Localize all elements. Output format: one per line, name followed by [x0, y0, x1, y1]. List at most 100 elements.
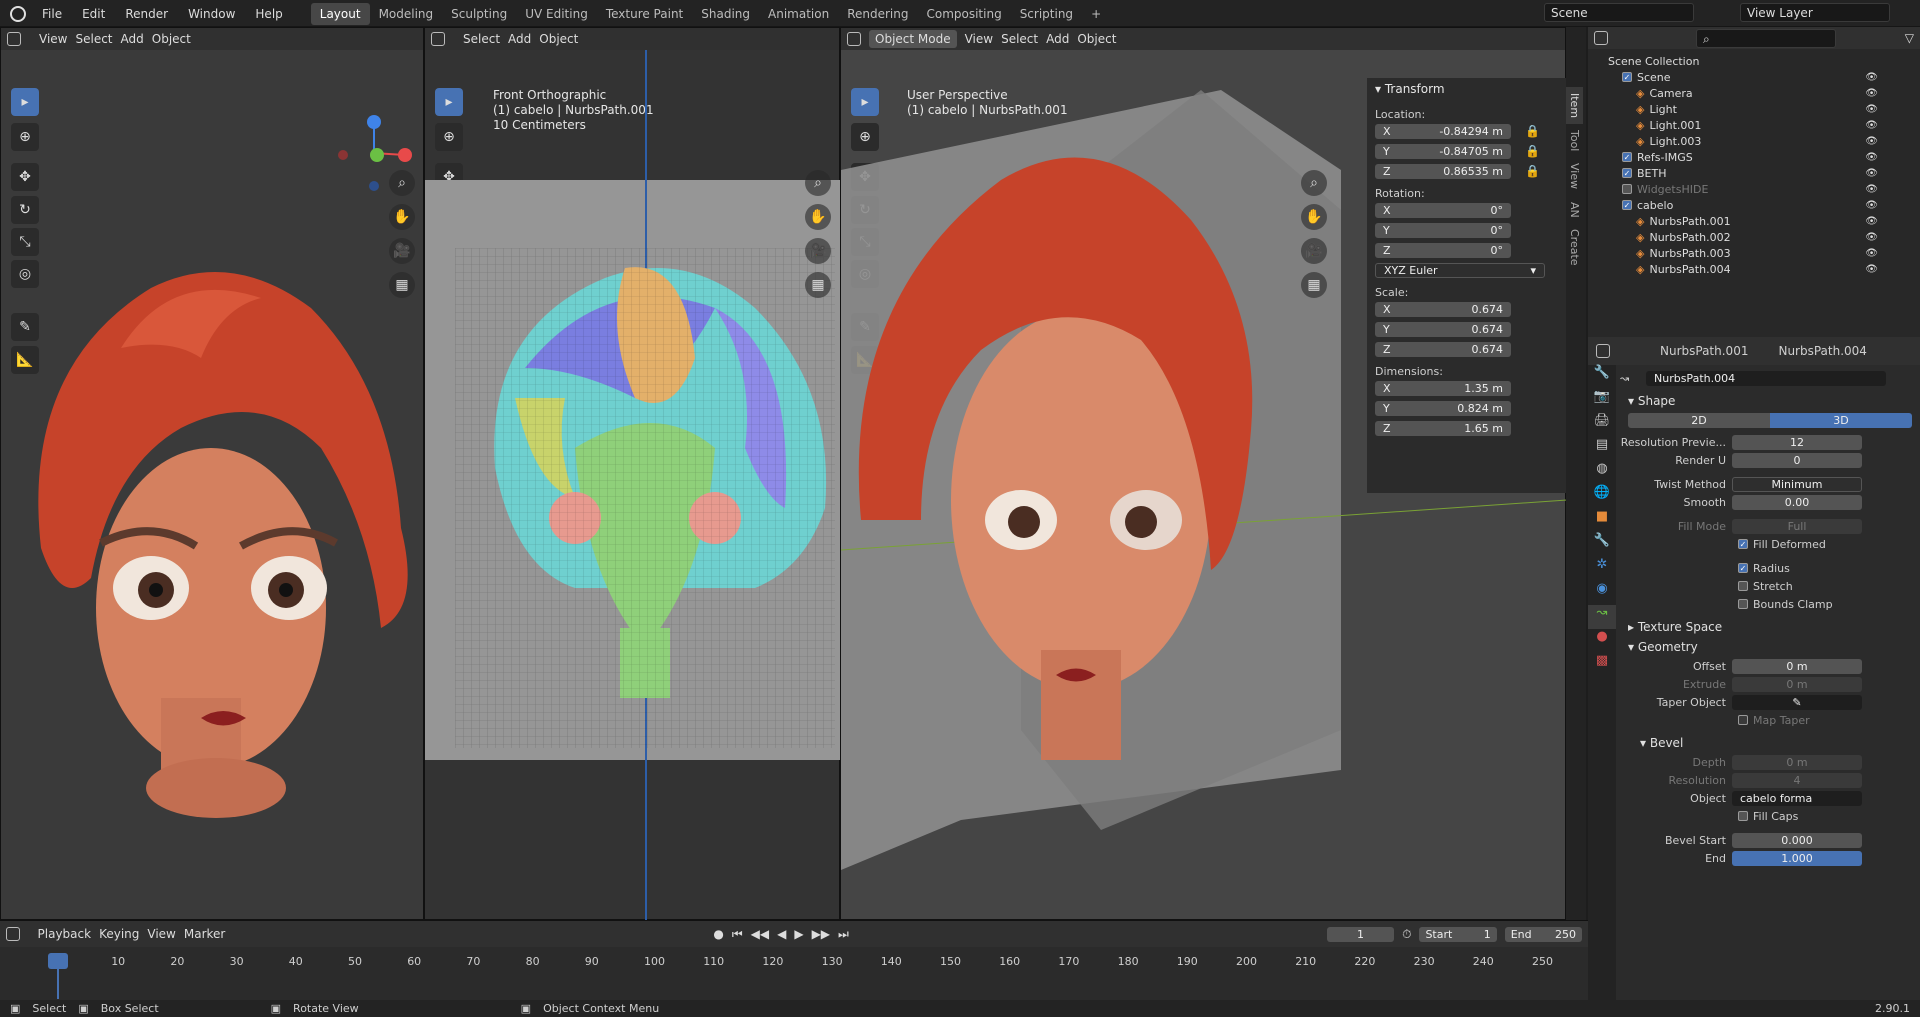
texture-space-panel-header[interactable]: ▸ Texture Space	[1620, 617, 1916, 637]
visibility-eye-icon[interactable]: 👁	[1865, 216, 1878, 227]
editor-type-icon[interactable]	[847, 32, 861, 46]
map-taper-checkbox[interactable]: Map Taper	[1620, 711, 1916, 729]
rotate-tool[interactable]: ↻	[11, 196, 39, 224]
jump-start-icon[interactable]: ⏮	[732, 927, 743, 942]
editor-type-icon[interactable]	[1594, 31, 1608, 45]
add-workspace-icon[interactable]: +	[1082, 3, 1110, 25]
menu-add[interactable]: Add	[121, 32, 144, 46]
editor-type-icon[interactable]	[6, 927, 20, 941]
scale-y[interactable]: Y 0.674	[1375, 321, 1567, 337]
location-y[interactable]: Y -0.84705 m 🔒	[1375, 143, 1567, 159]
outliner-row[interactable]: ◈ NurbsPath.002 👁	[1608, 229, 1914, 245]
bevel-object-row[interactable]: Object cabelo forma	[1620, 789, 1916, 807]
cursor-tool[interactable]: ⊕	[11, 123, 39, 151]
menu-file[interactable]: File	[32, 7, 72, 21]
menu-add[interactable]: Add	[1046, 32, 1069, 46]
world-tab-icon[interactable]: 🌐	[1588, 485, 1616, 509]
dimension-y[interactable]: Y 0.824 m	[1375, 400, 1567, 416]
breadcrumb-data[interactable]: NurbsPath.004	[1778, 344, 1866, 358]
bounds-clamp-checkbox[interactable]: Bounds Clamp	[1620, 595, 1916, 613]
twist-method-row[interactable]: Twist Method Minimum	[1620, 475, 1916, 493]
visibility-eye-icon[interactable]: 👁	[1865, 184, 1878, 195]
bevel-start-row[interactable]: Bevel Start 0.000	[1620, 831, 1916, 849]
fill-mode-row[interactable]: Fill Mode Full	[1620, 517, 1916, 535]
menu-object[interactable]: Object	[152, 32, 191, 46]
outliner-row[interactable]: WidgetsHIDE 👁	[1608, 181, 1914, 197]
zoom-icon[interactable]: ⌕	[389, 170, 415, 196]
taper-object-row[interactable]: Taper Object ✎	[1620, 693, 1916, 711]
tab-tool[interactable]: Tool	[1566, 124, 1583, 157]
outliner-row[interactable]: ◈ Light 👁	[1608, 101, 1914, 117]
menu-keying[interactable]: Keying	[99, 927, 139, 941]
menu-render[interactable]: Render	[115, 7, 178, 21]
end-frame-field[interactable]: End 250	[1504, 926, 1582, 942]
collection-checkbox[interactable]: ✓	[1622, 200, 1632, 210]
tab-shading[interactable]: Shading	[692, 3, 759, 25]
zoom-icon[interactable]: ⌕	[1301, 170, 1327, 196]
menu-select[interactable]: Select	[1001, 32, 1038, 46]
visibility-eye-icon[interactable]: 👁	[1865, 104, 1878, 115]
curve-data-tab-icon[interactable]: ↝	[1588, 605, 1616, 629]
visibility-eye-icon[interactable]: 👁	[1865, 72, 1878, 83]
outliner-row[interactable]: ✓ Refs-IMGS 👁	[1608, 149, 1914, 165]
smooth-row[interactable]: Smooth 0.00	[1620, 493, 1916, 511]
playhead[interactable]	[48, 953, 68, 969]
menu-object[interactable]: Object	[539, 32, 578, 46]
lock-icon[interactable]: 🔒	[1525, 164, 1540, 178]
tab-view[interactable]: View	[1566, 157, 1583, 195]
tab-scripting[interactable]: Scripting	[1011, 3, 1082, 25]
zoom-icon[interactable]: ⌕	[805, 170, 831, 196]
fill-deformed-checkbox[interactable]: ✓ Fill Deformed	[1620, 535, 1916, 553]
location-z[interactable]: Z 0.86535 m 🔒	[1375, 163, 1567, 179]
menu-help[interactable]: Help	[245, 7, 292, 21]
pan-icon[interactable]: ✋	[389, 204, 415, 230]
viewport-front-ortho[interactable]: Select Add Object Front Orthographic (1)…	[424, 27, 841, 921]
record-icon[interactable]: ●	[713, 927, 723, 941]
resolution-preview-row[interactable]: Resolution Previe... 12	[1620, 433, 1916, 451]
fill-caps-checkbox[interactable]: Fill Caps	[1620, 807, 1916, 825]
editor-type-icon[interactable]	[7, 32, 21, 46]
visibility-eye-icon[interactable]: 👁	[1865, 200, 1878, 211]
menu-select[interactable]: Select	[463, 32, 500, 46]
outliner-row[interactable]: ◈ Camera 👁	[1608, 85, 1914, 101]
viewport-left[interactable]: View Select Add Object ▸ ⊕ ✥ ↻ ⤡ ◎ ✎ 📐 ⌕…	[0, 27, 424, 920]
object-tab-icon[interactable]: ■	[1588, 509, 1616, 533]
radius-checkbox[interactable]: ✓ Radius	[1620, 559, 1916, 577]
current-frame-field[interactable]: 1	[1326, 926, 1395, 942]
menu-select[interactable]: Select	[75, 32, 112, 46]
render-u-row[interactable]: Render U0	[1620, 451, 1916, 469]
tab-sculpting[interactable]: Sculpting	[442, 3, 516, 25]
visibility-eye-icon[interactable]: 👁	[1865, 232, 1878, 243]
tool-tab-icon[interactable]: 🔧	[1588, 365, 1616, 389]
visibility-eye-icon[interactable]: 👁	[1865, 120, 1878, 131]
tab-compositing[interactable]: Compositing	[917, 3, 1010, 25]
camera-view-icon[interactable]: 🎥	[1301, 238, 1327, 264]
filter-icon[interactable]: ▽	[1905, 31, 1914, 45]
texture-tab-icon[interactable]: ▩	[1588, 653, 1616, 677]
outliner-row[interactable]: ◈ NurbsPath.003 👁	[1608, 245, 1914, 261]
outliner-row[interactable]: ✓ cabelo 👁	[1608, 197, 1914, 213]
visibility-eye-icon[interactable]: 👁	[1865, 248, 1878, 259]
view-layer-selector[interactable]: View Layer	[1740, 3, 1890, 22]
location-x[interactable]: X -0.84294 m 🔒	[1375, 123, 1567, 139]
visibility-eye-icon[interactable]: 👁	[1865, 136, 1878, 147]
scale-z[interactable]: Z 0.674	[1375, 341, 1567, 357]
editor-type-icon[interactable]	[431, 32, 445, 46]
visibility-eye-icon[interactable]: 👁	[1865, 168, 1878, 179]
stretch-checkbox[interactable]: Stretch	[1620, 577, 1916, 595]
tab-texture-paint[interactable]: Texture Paint	[597, 3, 692, 25]
dim-3d-button[interactable]: 3D	[1770, 412, 1912, 428]
collection-checkbox[interactable]	[1622, 184, 1632, 194]
output-tab-icon[interactable]: 🖨	[1588, 413, 1616, 437]
eyedropper-icon[interactable]: ✎	[1732, 694, 1862, 710]
material-tab-icon[interactable]: ●	[1588, 629, 1616, 653]
shape-panel-header[interactable]: ▾ Shape	[1620, 391, 1916, 411]
extrude-row[interactable]: Extrude 0 m	[1620, 675, 1916, 693]
menu-edit[interactable]: Edit	[72, 7, 115, 21]
tab-layout[interactable]: Layout	[310, 2, 370, 25]
menu-view[interactable]: View	[147, 927, 175, 941]
dim-2d-button[interactable]: 2D	[1628, 412, 1770, 428]
tab-an[interactable]: AN	[1566, 196, 1583, 224]
next-key-icon[interactable]: ▶▶	[812, 927, 830, 941]
breadcrumb-object[interactable]: NurbsPath.001	[1660, 344, 1748, 358]
